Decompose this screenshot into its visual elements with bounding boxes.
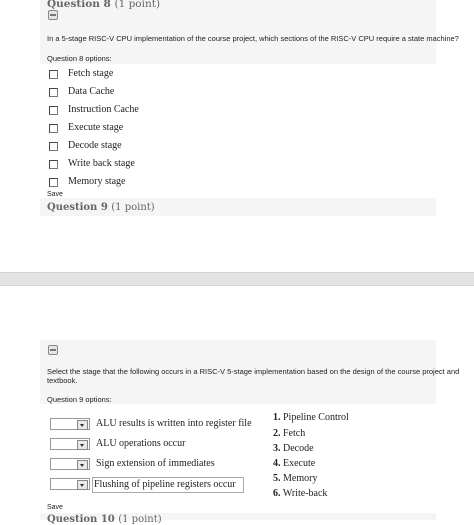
choice-number: 5.: [273, 473, 281, 484]
option-label: Data Cache: [68, 86, 115, 97]
option-checkbox[interactable]: [49, 178, 58, 187]
save-button[interactable]: Save: [47, 504, 63, 511]
choice-number: 6.: [273, 488, 281, 499]
option-label: Write back stage: [68, 158, 135, 169]
choice-item: 3. Decode: [273, 443, 314, 454]
choice-number: 2.: [273, 428, 281, 439]
matching-item-text: Sign extension of immediates: [96, 458, 215, 469]
choice-number: 3.: [273, 443, 281, 454]
dropdown-arrow-icon[interactable]: [77, 420, 88, 430]
dropdown-arrow-icon[interactable]: [77, 480, 88, 490]
choice-item: 2. Fetch: [273, 428, 305, 439]
question-8-points: (1 point): [114, 0, 161, 10]
option-checkbox[interactable]: [49, 88, 58, 97]
save-button[interactable]: Save: [47, 191, 63, 198]
choice-label: Write-back: [282, 488, 328, 499]
question-9-heading: Question 9 (1 point): [47, 202, 155, 213]
choice-item: 4. Execute: [273, 458, 315, 469]
question-9-options-label: Question 9 options:: [47, 395, 112, 404]
answer-select[interactable]: [50, 418, 90, 430]
choice-label: Memory: [283, 473, 318, 484]
question-8-prompt: In a 5-stage RISC-V CPU implementation o…: [47, 34, 459, 43]
option-label: Decode stage: [68, 140, 122, 151]
question-9-prompt-line-2: textbook.: [47, 376, 78, 385]
dropdown-arrow-icon[interactable]: [77, 460, 88, 470]
choice-label: Pipeline Control: [283, 412, 349, 423]
option-checkbox[interactable]: [49, 124, 58, 133]
question-9-title: Question 9: [47, 202, 108, 213]
answer-border: [92, 477, 244, 493]
matching-item-text: ALU results is written into register fil…: [96, 418, 252, 429]
answer-select[interactable]: [50, 438, 90, 450]
question-9-prompt-line-1: Select the stage that the following occu…: [47, 367, 460, 376]
choice-label: Fetch: [283, 428, 306, 439]
question-8-options-label: Question 8 options:: [47, 54, 112, 63]
choice-number: 4.: [273, 458, 281, 469]
choice-number: 1.: [273, 412, 281, 423]
flag-icon[interactable]: [48, 345, 58, 355]
flag-icon[interactable]: [48, 10, 58, 20]
choice-item: 1. Pipeline Control: [273, 412, 349, 423]
dropdown-arrow-icon[interactable]: [77, 440, 88, 450]
matching-item-text: ALU operations occur: [96, 438, 186, 449]
question-8-title: Question 8: [47, 0, 111, 10]
option-label: Memory stage: [68, 176, 126, 187]
choice-item: 6. Write-back: [273, 488, 327, 499]
choice-label: Decode: [283, 443, 314, 454]
option-label: Instruction Cache: [68, 104, 139, 115]
question-8-heading: Question 8 (1 point): [47, 0, 160, 10]
option-checkbox[interactable]: [49, 160, 58, 169]
answer-select[interactable]: [50, 478, 90, 490]
answer-select[interactable]: [50, 458, 90, 470]
page-break: [0, 272, 474, 286]
option-checkbox[interactable]: [49, 142, 58, 151]
option-checkbox[interactable]: [49, 70, 58, 79]
choice-item: 5. Memory: [273, 473, 317, 484]
choice-label: Execute: [283, 458, 316, 469]
question-9-points: (1 point): [111, 202, 155, 213]
option-label: Fetch stage: [68, 68, 114, 79]
option-label: Execute stage: [68, 122, 124, 133]
option-checkbox[interactable]: [49, 106, 58, 115]
